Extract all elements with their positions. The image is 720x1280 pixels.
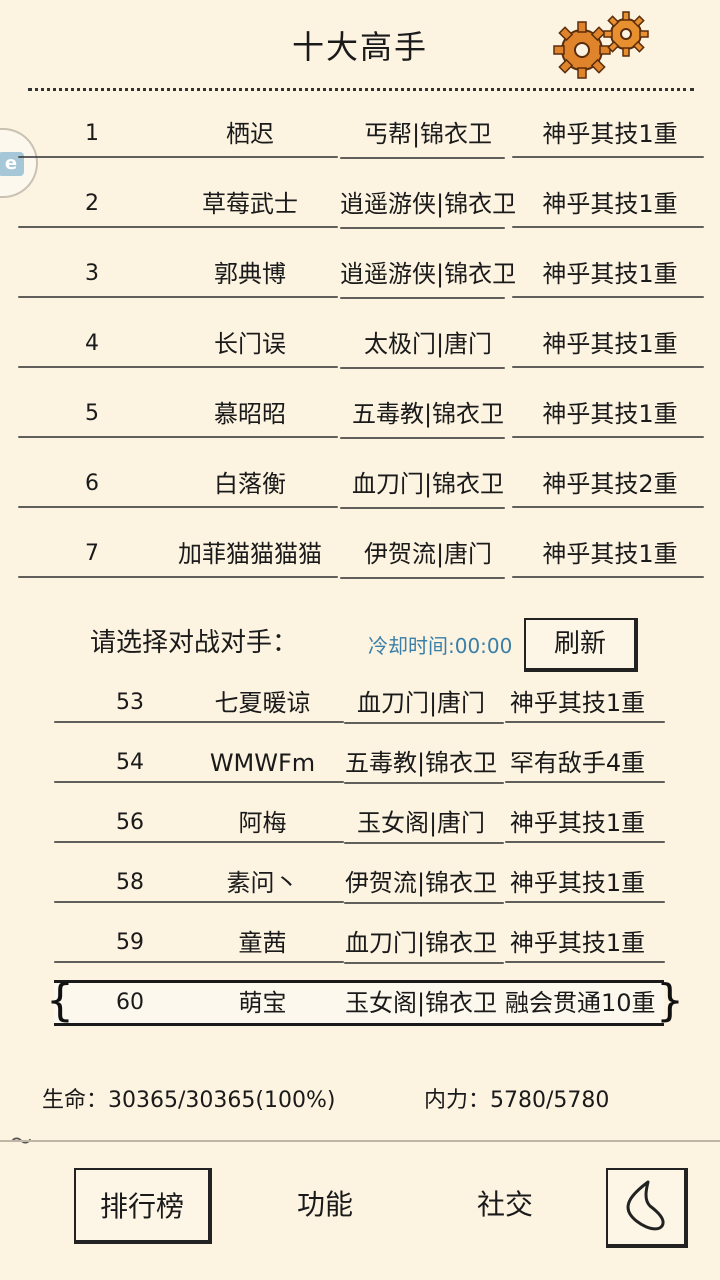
ranking-row: 5 慕昭昭 五毒教|锦衣卫 神乎其技1重 bbox=[0, 380, 720, 450]
rank-cell: 60 bbox=[116, 990, 144, 1015]
level-cell: 神乎其技1重 bbox=[542, 190, 678, 218]
row-divider bbox=[340, 577, 505, 579]
hp-stat: 生命：30365/30365(100%) bbox=[42, 1088, 336, 1113]
row-divider bbox=[340, 437, 505, 439]
row-divider bbox=[54, 721, 344, 723]
row-divider bbox=[505, 721, 665, 723]
row-divider bbox=[340, 297, 505, 299]
name-cell: 栖迟 bbox=[226, 120, 274, 148]
refresh-button[interactable]: 刷新 bbox=[524, 618, 638, 672]
ranking-row: 6 白落衡 血刀门|锦衣卫 神乎其技2重 bbox=[0, 450, 720, 520]
row-divider bbox=[505, 901, 665, 903]
row-divider bbox=[340, 227, 505, 229]
sect-cell: 五毒教|锦衣卫 bbox=[351, 400, 505, 428]
rank-cell: 2 bbox=[85, 191, 99, 216]
back-arrow-icon bbox=[626, 1180, 665, 1231]
row-divider bbox=[344, 842, 504, 844]
mp-stat: 内力：5780/5780 bbox=[424, 1088, 610, 1113]
row-divider bbox=[512, 226, 704, 228]
level-cell: 神乎其技1重 bbox=[542, 400, 678, 428]
name-cell: 草莓武士 bbox=[202, 190, 298, 218]
name-cell: 萌宝 bbox=[238, 989, 287, 1017]
level-cell: 神乎其技1重 bbox=[542, 540, 678, 568]
row-divider bbox=[344, 902, 504, 904]
row-divider bbox=[18, 576, 338, 578]
sect-cell: 太极门|唐门 bbox=[363, 330, 493, 358]
rank-cell: 4 bbox=[85, 331, 99, 356]
sect-cell: 丐帮|锦衣卫 bbox=[363, 120, 493, 148]
name-cell: 慕昭昭 bbox=[214, 400, 286, 428]
bottom-separator bbox=[0, 1140, 720, 1142]
level-cell: 融会贯通10重 bbox=[505, 989, 656, 1017]
name-cell: 郭典博 bbox=[214, 260, 286, 288]
nav-ranking-button[interactable]: 排行榜 bbox=[74, 1168, 212, 1244]
nav-function-button[interactable]: 功能 bbox=[280, 1168, 370, 1244]
sect-cell: 逍遥游侠|锦衣卫 bbox=[340, 260, 517, 288]
rank-cell: 7 bbox=[85, 541, 99, 566]
row-divider bbox=[344, 782, 504, 784]
row-divider bbox=[18, 366, 338, 368]
rank-cell: 5 bbox=[85, 401, 99, 426]
row-divider bbox=[512, 576, 704, 578]
row-divider bbox=[344, 962, 504, 964]
cooldown-timer: 冷却时间:00:00 bbox=[368, 634, 513, 658]
row-divider bbox=[505, 781, 665, 783]
row-divider bbox=[512, 156, 704, 158]
rank-cell: 1 bbox=[85, 121, 99, 146]
sect-cell: 血刀门|锦衣卫 bbox=[351, 470, 505, 498]
row-divider bbox=[340, 507, 505, 509]
row-divider bbox=[54, 841, 344, 843]
row-divider bbox=[512, 436, 704, 438]
name-cell: 加菲猫猫猫猫 bbox=[178, 540, 322, 568]
rank-cell: 3 bbox=[85, 261, 99, 286]
row-divider bbox=[18, 296, 338, 298]
level-cell: 神乎其技1重 bbox=[542, 120, 678, 148]
back-button[interactable] bbox=[606, 1168, 688, 1248]
level-cell: 神乎其技2重 bbox=[542, 470, 678, 498]
level-cell: 神乎其技1重 bbox=[542, 260, 678, 288]
ranking-row: 1 栖迟 丐帮|锦衣卫 神乎其技1重 bbox=[0, 100, 720, 170]
row-divider bbox=[340, 157, 505, 159]
gear-icon[interactable] bbox=[550, 10, 660, 82]
opponent-row[interactable]: 60 萌宝 玉女阁|锦衣卫 融会贯通10重 bbox=[0, 969, 720, 1039]
ranking-row: 3 郭典博 逍遥游侠|锦衣卫 神乎其技1重 bbox=[0, 240, 720, 310]
row-divider bbox=[505, 841, 665, 843]
row-divider bbox=[18, 506, 338, 508]
row-divider bbox=[18, 226, 338, 228]
row-divider bbox=[18, 436, 338, 438]
header-divider bbox=[28, 88, 694, 91]
level-cell: 神乎其技1重 bbox=[542, 330, 678, 358]
ranking-row: 4 长门误 太极门|唐门 神乎其技1重 bbox=[0, 310, 720, 380]
rank-cell: 6 bbox=[85, 471, 99, 496]
row-divider bbox=[512, 506, 704, 508]
row-divider bbox=[512, 296, 704, 298]
row-divider bbox=[344, 722, 504, 724]
opponent-prompt: 请选择对战对手： bbox=[90, 628, 299, 658]
row-divider bbox=[512, 366, 704, 368]
row-divider bbox=[505, 961, 665, 963]
ranking-row: 7 加菲猫猫猫猫 伊贺流|唐门 神乎其技1重 bbox=[0, 520, 720, 590]
sect-cell: 玉女阁|锦衣卫 bbox=[344, 989, 498, 1017]
sect-cell: 逍遥游侠|锦衣卫 bbox=[340, 190, 517, 218]
row-divider bbox=[54, 781, 344, 783]
sect-cell: 伊贺流|唐门 bbox=[363, 540, 493, 568]
ranking-row: 2 草莓武士 逍遥游侠|锦衣卫 神乎其技1重 bbox=[0, 170, 720, 240]
row-divider bbox=[340, 367, 505, 369]
row-divider bbox=[18, 156, 338, 158]
name-cell: 白落衡 bbox=[214, 470, 286, 498]
row-divider bbox=[54, 961, 344, 963]
row-divider bbox=[54, 901, 344, 903]
nav-social-button[interactable]: 社交 bbox=[460, 1168, 550, 1244]
name-cell: 长门误 bbox=[214, 330, 286, 358]
